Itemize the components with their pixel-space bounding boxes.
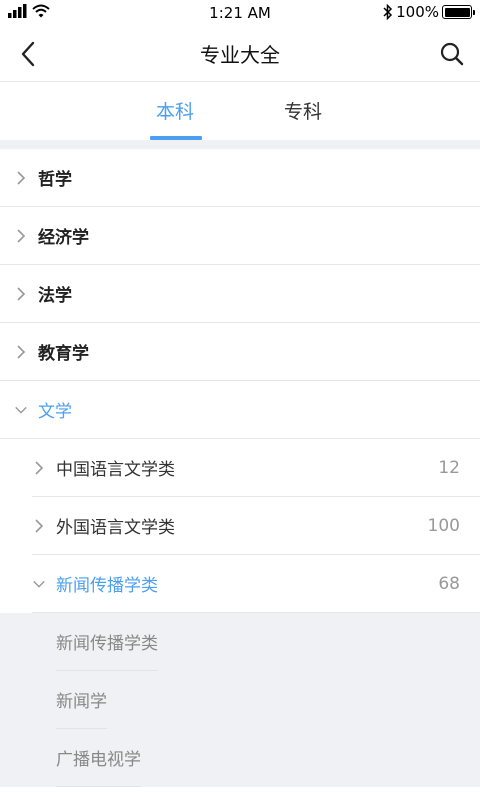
subcategory-label-active: 新闻传播学类 (56, 576, 158, 596)
bluetooth-icon (383, 4, 393, 20)
subcategory-count: 100 (427, 515, 460, 536)
tab-undergraduate[interactable]: 本科 (156, 97, 194, 124)
subcategory-inner: 新闻传播学类 68 (32, 555, 480, 613)
major-label: 广播电视学 (56, 750, 141, 770)
chevron-down-icon (14, 403, 28, 417)
category-row[interactable]: 法学 (0, 265, 480, 323)
category-row[interactable]: 教育学 (0, 323, 480, 381)
major-row[interactable]: 新闻学 (0, 671, 480, 729)
page-title: 专业大全 (200, 43, 280, 67)
search-icon (440, 42, 464, 66)
subcategory-row[interactable]: 外国语言文学类 100 (0, 497, 480, 555)
category-label: 法学 (38, 286, 72, 306)
category-label-active: 文学 (38, 402, 72, 422)
subcategory-count: 12 (438, 457, 460, 478)
category-row-expanded[interactable]: 文学 (0, 381, 480, 439)
subcategory-row[interactable]: 中国语言文学类 12 (0, 439, 480, 497)
major-inner: 新闻学 (56, 671, 107, 729)
chevron-right-icon (14, 170, 28, 185)
battery-level (444, 7, 470, 17)
chevron-right-icon (14, 286, 28, 301)
subcategory-label: 中国语言文学类 (56, 460, 175, 480)
major-inner: 广播电视学 (56, 729, 141, 787)
category-row[interactable]: 哲学 (0, 149, 480, 207)
chevron-right-icon (32, 518, 46, 533)
category-label: 教育学 (38, 344, 89, 364)
status-right: 100% (383, 3, 475, 21)
major-inner: 新闻传播学类 (56, 613, 158, 671)
subcategory-inner: 外国语言文学类 100 (32, 497, 480, 555)
major-row[interactable]: 广播电视学 (0, 729, 480, 787)
battery-percent: 100% (396, 3, 439, 21)
degree-tabs: 本科 专科 (0, 83, 480, 140)
chevron-right-icon (32, 460, 46, 475)
major-label: 新闻学 (56, 692, 107, 712)
subcategory-label: 外国语言文学类 (56, 518, 175, 538)
battery-icon (442, 5, 475, 19)
subcategory-count: 68 (438, 573, 460, 594)
search-button[interactable] (436, 38, 468, 70)
section-divider (0, 140, 480, 149)
tab-junior-college[interactable]: 专科 (284, 97, 322, 124)
chevron-right-icon (14, 228, 28, 243)
major-category-list: 哲学 经济学 法学 教育学 文学 中国语言文学类 12 外国语言文学类 100 … (0, 149, 480, 787)
chevron-down-icon (32, 577, 46, 591)
category-label: 哲学 (38, 170, 72, 190)
chevron-right-icon (14, 344, 28, 359)
major-label: 新闻传播学类 (56, 634, 158, 654)
subcategory-row-expanded[interactable]: 新闻传播学类 68 (0, 555, 480, 613)
majors-panel: 新闻传播学类 新闻学 广播电视学 (0, 613, 480, 787)
subcategory-inner: 中国语言文学类 12 (32, 439, 480, 497)
category-label: 经济学 (38, 228, 89, 248)
major-row[interactable]: 新闻传播学类 (0, 613, 480, 671)
nav-bar: 专业大全 (0, 26, 480, 82)
status-bar: 1:21 AM 100% (0, 0, 480, 26)
category-row[interactable]: 经济学 (0, 207, 480, 265)
